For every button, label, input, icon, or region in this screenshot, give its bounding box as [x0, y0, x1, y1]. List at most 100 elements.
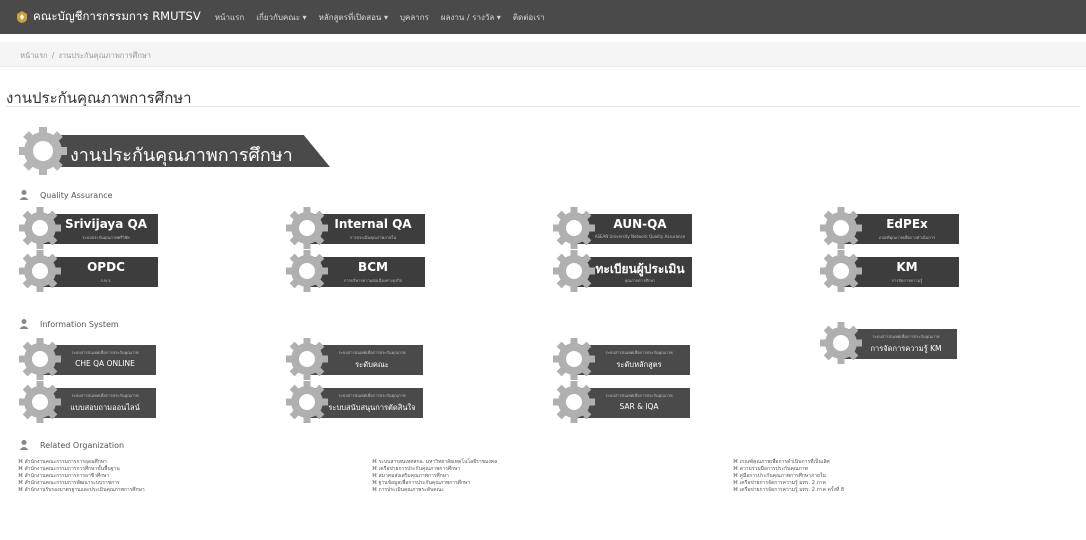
- link-icon: ⌘: [18, 459, 25, 465]
- org-link-label: คู่มือการประกันคุณภาพการศึกษาภายใน: [739, 473, 826, 479]
- org-link-label: การประเมินคุณภาพระดับคณะ: [378, 487, 444, 493]
- org-link-label: สำนักงานคณะกรรมการการอุดมศึกษา: [24, 459, 107, 465]
- breadcrumb-separator: /: [51, 51, 55, 60]
- link-icon: ⌘: [18, 487, 25, 493]
- top-navbar: คณะบัญชีการกรรมการ RMUTSV หน้าแรก เกี่ยว…: [0, 0, 1086, 34]
- qa-tile-label: AUN-QA: [613, 217, 667, 231]
- qa-tile-sublabel: คุณภาพการศึกษา: [624, 278, 656, 283]
- org-link-label: สำนักงานคณะกรรมการการอาชีวศึกษา: [24, 473, 110, 479]
- org-link[interactable]: ⌘ สำนักงานคณะกรรมการการศึกษาขั้นพื้นฐาน: [18, 466, 145, 473]
- info-tile-0[interactable]: ระบบสารสนเทศเพื่อการประกันคุณภาพ CHE QA O…: [18, 337, 158, 381]
- org-link-label: เครือข่ายการจัดการความรู้ มทร. 2 ภาค ครั…: [739, 487, 845, 493]
- qa-tile-6[interactable]: ทะเบียนผู้ประเมิน คุณภาพการศึกษา: [552, 249, 692, 293]
- org-link-label: สำนักงานรับรองมาตรฐานและประเมินคุณภาพการ…: [24, 487, 145, 493]
- org-link[interactable]: ⌘ เครือข่ายการจัดการความรู้ มทร. 2 ภาค ค…: [733, 487, 844, 494]
- org-link-label: สำนักงานคณะกรรมการพัฒนาระบบราชการ: [24, 480, 120, 486]
- info-tile-label: ระดับคณะ: [355, 360, 389, 369]
- link-icon: ⌘: [733, 480, 740, 486]
- nav-contact[interactable]: ติดต่อเรา: [513, 11, 545, 24]
- info-tile-sublabel: ระบบสารสนเทศเพื่อการประกันคุณภาพ: [71, 350, 139, 355]
- org-link[interactable]: ⌘ สำนักงานคณะกรรมการการอุดมศึกษา: [18, 459, 145, 466]
- org-link[interactable]: ⌘ การประเมินคุณภาพระดับคณะ: [372, 487, 497, 494]
- qa-tile-2[interactable]: AUN-QA ASEAN University Network Quality A…: [552, 206, 692, 250]
- nav-personnel[interactable]: บุคลากร: [400, 11, 429, 24]
- qa-tile-label: KM: [896, 260, 918, 274]
- info-tile-label: ระดับหลักสูตร: [616, 360, 662, 369]
- qa-tile-1[interactable]: Internal QA การประเมินคุณภาพภายใน: [285, 206, 425, 250]
- info-tile-5[interactable]: ระบบสารสนเทศเพื่อการประกันคุณภาพระบบสนับ…: [285, 380, 425, 424]
- nav-programs[interactable]: หลักสูตรที่เปิดสอน ▾: [319, 11, 388, 24]
- university-logo-icon: [17, 11, 27, 23]
- org-link[interactable]: ⌘ เกณฑ์คุณภาพเพื่อการดำเนินการที่เป็นเลิ…: [733, 459, 844, 466]
- gear-icon: [19, 127, 67, 175]
- org-link[interactable]: ⌘ ความร่วมมือการประกันคุณภาพ: [733, 466, 844, 473]
- link-icon: ⌘: [18, 473, 25, 479]
- qa-tile-7[interactable]: KM การจัดการความรู้: [819, 249, 959, 293]
- qa-tile-label: Srivijaya QA: [64, 217, 148, 231]
- brand-link[interactable]: คณะบัญชีการกรรมการ RMUTSV: [16, 8, 201, 26]
- qa-tile-5[interactable]: BCM การบริหารความต่อเนื่องทางธุรกิจ: [285, 249, 425, 293]
- info-tile-3[interactable]: ระบบสารสนเทศเพื่อการประกันคุณภาพการจัดกา…: [819, 321, 959, 365]
- related-organization-heading: Related Organization: [18, 439, 124, 451]
- org-link[interactable]: ⌘ ระบบสารสนเทศสกอ. มหาวิทยาลัยเทคโนโลยีร…: [372, 459, 497, 466]
- link-icon: ⌘: [372, 459, 379, 465]
- qa-tile-sublabel: เกณฑ์คุณภาพเพื่อการดำเนินการ: [878, 235, 936, 240]
- nav-home[interactable]: หน้าแรก: [215, 11, 245, 24]
- related-organization-label: Related Organization: [40, 440, 125, 450]
- breadcrumb-home-link[interactable]: หน้าแรก: [20, 51, 48, 60]
- info-tile-label: ระบบสนับสนุนการตัดสินใจ: [328, 403, 416, 412]
- org-link-column: ⌘ สำนักงานคณะกรรมการการอุดมศึกษา ⌘ สำนักง…: [18, 459, 145, 494]
- org-link-label: เครือข่ายการประกันคุณภาพการศึกษา: [378, 466, 461, 472]
- org-link[interactable]: ⌘ คู่มือการประกันคุณภาพการศึกษาภายใน: [733, 473, 844, 480]
- qa-tile-4[interactable]: OPDC ก.พ.ร.: [18, 249, 158, 293]
- org-link[interactable]: ⌘ สำนักงานคณะกรรมการพัฒนาระบบราชการ: [18, 480, 145, 487]
- link-icon: ⌘: [372, 473, 379, 479]
- information-system-heading: Information System: [18, 318, 119, 330]
- org-link[interactable]: ⌘ ฐานข้อมูลเพื่อการประกันคุณภาพการศึกษา: [372, 480, 497, 487]
- qa-tile-label: EdPEx: [886, 217, 928, 231]
- brand-title: คณะบัญชีการกรรมการ RMUTSV: [33, 9, 201, 23]
- qa-tile-sublabel: การบริหารความต่อเนื่องทางธุรกิจ: [344, 278, 402, 283]
- info-tile-sublabel: ระบบสารสนเทศเพื่อการประกันคุณภาพ: [872, 334, 940, 339]
- user-icon: [19, 319, 29, 329]
- info-tile-4[interactable]: ระบบสารสนเทศเพื่อการประกันคุณภาพ แบบสอบถา…: [18, 380, 158, 424]
- org-link-label: สมาคมส่งเสริมคุณภาพการศึกษา: [378, 473, 449, 479]
- link-icon: ⌘: [733, 473, 740, 479]
- info-tile-sublabel: ระบบสารสนเทศเพื่อการประกันคุณภาพ: [338, 393, 406, 398]
- qa-tile-sublabel: ก.พ.ร.: [100, 278, 112, 283]
- info-tile-label: แบบสอบถามออนไลน์: [70, 403, 140, 412]
- org-link-label: เครือข่ายการจัดการความรู้ มทร. 2 ภาค: [739, 480, 826, 486]
- breadcrumb-current: งานประกันคุณภาพการศึกษา: [58, 51, 152, 60]
- link-icon: ⌘: [372, 487, 379, 493]
- org-link-label: ฐานข้อมูลเพื่อการประกันคุณภาพการศึกษา: [378, 480, 471, 486]
- nav-about[interactable]: เกี่ยวกับคณะ ▾: [256, 11, 306, 24]
- info-tile-sublabel: ระบบสารสนเทศเพื่อการประกันคุณภาพ: [605, 350, 673, 355]
- org-link[interactable]: ⌘ เครือข่ายการประกันคุณภาพการศึกษา: [372, 466, 497, 473]
- org-link[interactable]: ⌘ สมาคมส่งเสริมคุณภาพการศึกษา: [372, 473, 497, 480]
- nav-awards[interactable]: ผลงาน / รางวัล ▾: [441, 11, 501, 24]
- quality-assurance-heading: Quality Assurance: [18, 189, 113, 201]
- link-icon: ⌘: [18, 466, 25, 472]
- link-icon: ⌘: [372, 480, 379, 486]
- info-tile-2[interactable]: ระบบสารสนเทศเพื่อการประกันคุณภาพระดับหลั…: [552, 337, 692, 381]
- info-tile-label: CHE QA ONLINE: [75, 359, 135, 368]
- qa-tile-sublabel: ระบบประกันคุณภาพศรีวิชัย: [82, 235, 130, 240]
- title-divider: [6, 106, 1080, 107]
- info-tile-label: การจัดการความรู้ KM: [870, 344, 942, 353]
- qa-tile-3[interactable]: EdPEx เกณฑ์คุณภาพเพื่อการดำเนินการ: [819, 206, 959, 250]
- org-link-column: ⌘ ระบบสารสนเทศสกอ. มหาวิทยาลัยเทคโนโลยีร…: [372, 459, 497, 494]
- info-tile-6[interactable]: ระบบสารสนเทศเพื่อการประกันคุณภาพ SAR & IQ…: [552, 380, 692, 424]
- breadcrumb-bar: หน้าแรก / งานประกันคุณภาพการศึกษา: [0, 42, 1086, 67]
- info-tile-label: SAR & IQA: [619, 402, 659, 411]
- org-link[interactable]: ⌘ สำนักงานรับรองมาตรฐานและประเมินคุณภาพก…: [18, 487, 145, 494]
- info-tile-1[interactable]: ระบบสารสนเทศเพื่อการประกันคุณภาพระดับคณะ: [285, 337, 425, 381]
- org-link[interactable]: ⌘ สำนักงานคณะกรรมการการอาชีวศึกษา: [18, 473, 145, 480]
- org-link-label: เกณฑ์คุณภาพเพื่อการดำเนินการที่เป็นเลิศ: [739, 459, 830, 465]
- qa-tile-sublabel: การจัดการความรู้: [891, 278, 923, 283]
- qa-tile-sublabel: การประเมินคุณภาพภายใน: [349, 235, 397, 240]
- user-icon: [19, 440, 29, 450]
- info-tile-sublabel: ระบบสารสนเทศเพื่อการประกันคุณภาพ: [338, 350, 406, 355]
- link-icon: ⌘: [733, 487, 740, 493]
- qa-tile-0[interactable]: Srivijaya QA ระบบประกันคุณภาพศรีวิชัย: [18, 206, 158, 250]
- org-link[interactable]: ⌘ เครือข่ายการจัดการความรู้ มทร. 2 ภาค: [733, 480, 844, 487]
